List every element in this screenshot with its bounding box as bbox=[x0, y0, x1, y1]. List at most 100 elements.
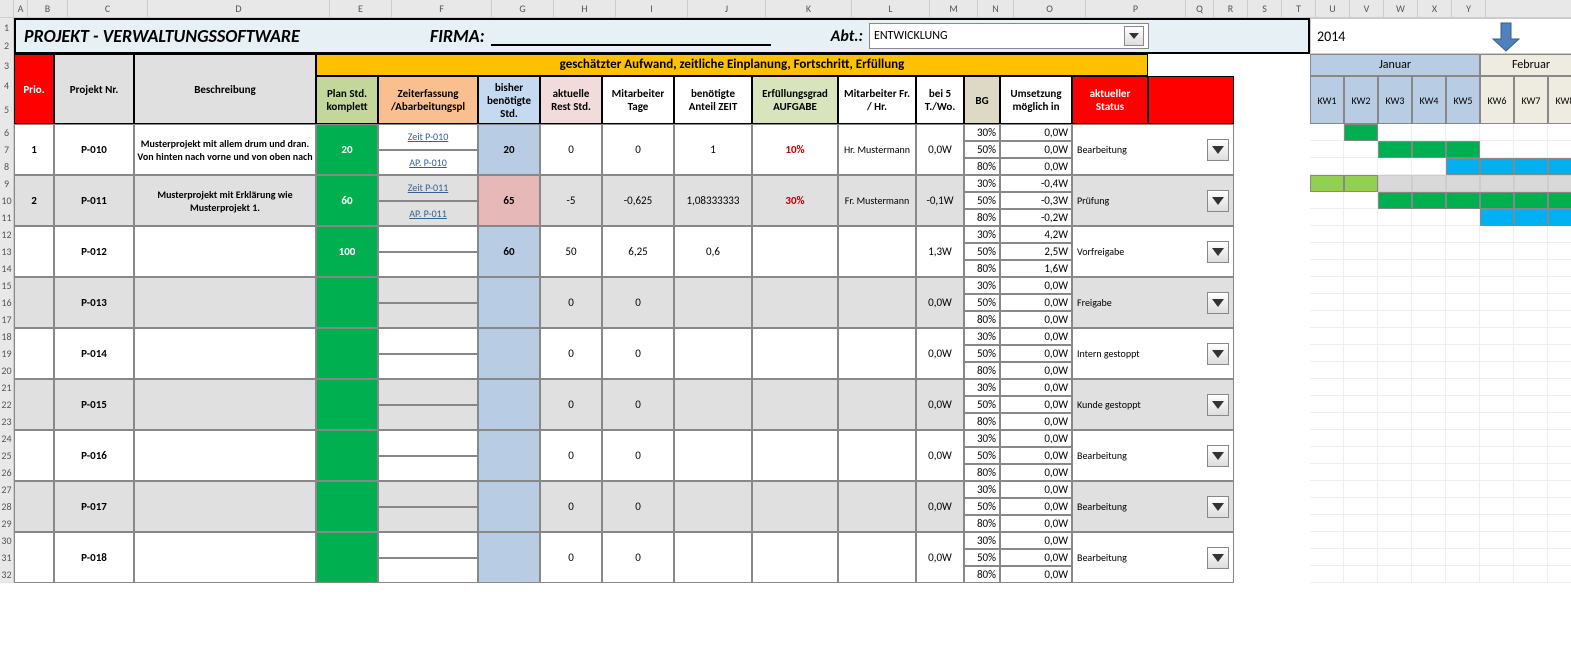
bisher-cell[interactable] bbox=[478, 379, 540, 430]
plan-cell[interactable]: 100 bbox=[316, 226, 378, 277]
status-cell[interactable]: Bearbeitung bbox=[1072, 532, 1234, 583]
prio-cell[interactable] bbox=[14, 379, 54, 430]
status-dropdown-icon[interactable] bbox=[1207, 496, 1229, 518]
mit-cell[interactable] bbox=[838, 481, 916, 532]
bisher-cell[interactable]: 60 bbox=[478, 226, 540, 277]
proj-cell[interactable]: P-014 bbox=[54, 328, 134, 379]
mit-cell[interactable] bbox=[838, 277, 916, 328]
gantt-cell bbox=[1548, 175, 1571, 192]
gantt-cell bbox=[1446, 481, 1480, 498]
zeit-link[interactable]: Zeit P-011 bbox=[408, 181, 449, 194]
anteil-cell bbox=[674, 481, 752, 532]
status-cell[interactable]: Bearbeitung bbox=[1072, 430, 1234, 481]
desc-cell[interactable]: Musterprojekt mit Erklärung wie Musterpr… bbox=[134, 175, 316, 226]
prio-cell[interactable] bbox=[14, 277, 54, 328]
proj-cell[interactable]: P-012 bbox=[54, 226, 134, 277]
proj-cell[interactable]: P-011 bbox=[54, 175, 134, 226]
proj-cell[interactable]: P-017 bbox=[54, 481, 134, 532]
firma-input-line[interactable] bbox=[491, 26, 771, 46]
gantt-cell bbox=[1378, 396, 1412, 413]
desc-cell[interactable] bbox=[134, 430, 316, 481]
status-cell[interactable]: Intern gestoppt bbox=[1072, 328, 1234, 379]
status-dropdown-icon[interactable] bbox=[1207, 394, 1229, 416]
status-cell[interactable]: Kunde gestoppt bbox=[1072, 379, 1234, 430]
plan-cell[interactable] bbox=[316, 532, 378, 583]
proj-cell[interactable]: P-018 bbox=[54, 532, 134, 583]
plan-cell[interactable] bbox=[316, 430, 378, 481]
status-dropdown-icon[interactable] bbox=[1207, 241, 1229, 263]
gantt-cell bbox=[1480, 226, 1514, 243]
ums-cell: 0,0W bbox=[1000, 447, 1072, 464]
bisher-cell[interactable]: 20 bbox=[478, 124, 540, 175]
desc-cell[interactable] bbox=[134, 532, 316, 583]
bisher-cell[interactable] bbox=[478, 430, 540, 481]
bisher-cell[interactable] bbox=[478, 277, 540, 328]
plan-cell[interactable] bbox=[316, 277, 378, 328]
prio-cell[interactable]: 1 bbox=[14, 124, 54, 175]
plan-cell[interactable] bbox=[316, 481, 378, 532]
mit-cell[interactable]: Fr. Mustermann bbox=[838, 175, 916, 226]
gantt-cell bbox=[1344, 209, 1378, 226]
plan-cell[interactable] bbox=[316, 379, 378, 430]
dropdown-icon[interactable] bbox=[1124, 26, 1144, 46]
gantt-cell bbox=[1310, 243, 1344, 260]
bisher-cell[interactable] bbox=[478, 328, 540, 379]
bisher-cell[interactable]: 65 bbox=[478, 175, 540, 226]
status-cell[interactable]: Vorfreigabe bbox=[1072, 226, 1234, 277]
mit-cell[interactable]: Hr. Mustermann bbox=[838, 124, 916, 175]
mit-cell[interactable] bbox=[838, 328, 916, 379]
ums-cell: 0,0W bbox=[1000, 481, 1072, 498]
gantt-cell bbox=[1548, 481, 1571, 498]
proj-cell[interactable]: P-013 bbox=[54, 277, 134, 328]
plan-cell[interactable]: 20 bbox=[316, 124, 378, 175]
proj-cell[interactable]: P-010 bbox=[54, 124, 134, 175]
desc-cell[interactable] bbox=[134, 379, 316, 430]
mit-cell[interactable] bbox=[838, 226, 916, 277]
bisher-cell[interactable] bbox=[478, 481, 540, 532]
gantt-cell bbox=[1548, 209, 1571, 226]
bisher-cell[interactable] bbox=[478, 532, 540, 583]
prio-cell[interactable] bbox=[14, 481, 54, 532]
plan-cell[interactable] bbox=[316, 328, 378, 379]
dept-select[interactable]: ENTWICKLUNG bbox=[869, 23, 1149, 49]
status-cell[interactable]: Bearbeitung bbox=[1072, 481, 1234, 532]
bei5-cell: 0,0W bbox=[916, 430, 964, 481]
status-dropdown-icon[interactable] bbox=[1207, 343, 1229, 365]
gantt-cell bbox=[1548, 260, 1571, 277]
erfull-cell[interactable]: 30% bbox=[785, 194, 804, 207]
desc-cell[interactable]: Musterprojekt mit allem drum und dran. V… bbox=[134, 124, 316, 175]
mit-cell[interactable] bbox=[838, 532, 916, 583]
desc-cell[interactable] bbox=[134, 226, 316, 277]
desc-cell[interactable] bbox=[134, 328, 316, 379]
status-dropdown-icon[interactable] bbox=[1207, 292, 1229, 314]
status-cell[interactable]: Prüfung bbox=[1072, 175, 1234, 226]
proj-cell[interactable]: P-016 bbox=[54, 430, 134, 481]
plan-cell[interactable]: 60 bbox=[316, 175, 378, 226]
desc-cell[interactable] bbox=[134, 481, 316, 532]
status-dropdown-icon[interactable] bbox=[1207, 139, 1229, 161]
zeit-link[interactable]: Zeit P-010 bbox=[408, 130, 449, 143]
column-headers[interactable]: ABCDEFGHIJKLMNOPQRSTUVWXY bbox=[0, 0, 1571, 18]
prio-cell[interactable] bbox=[14, 430, 54, 481]
row-headers[interactable]: 1234567891011121314151617181920212223242… bbox=[0, 18, 14, 583]
ums-cell: 0,0W bbox=[1000, 566, 1072, 583]
status-dropdown-icon[interactable] bbox=[1207, 190, 1229, 212]
ap-link[interactable]: AP. P-011 bbox=[409, 207, 447, 220]
gantt-cell bbox=[1446, 243, 1480, 260]
desc-cell[interactable] bbox=[134, 277, 316, 328]
gantt-cell bbox=[1344, 447, 1378, 464]
gantt-row bbox=[1310, 226, 1571, 243]
proj-cell[interactable]: P-015 bbox=[54, 379, 134, 430]
mit-cell[interactable] bbox=[838, 379, 916, 430]
status-dropdown-icon[interactable] bbox=[1207, 547, 1229, 569]
mit-cell[interactable] bbox=[838, 430, 916, 481]
ap-link[interactable]: AP. P-010 bbox=[409, 156, 447, 169]
status-cell[interactable]: Bearbeitung bbox=[1072, 124, 1234, 175]
erfull-cell[interactable]: 10% bbox=[785, 143, 804, 156]
prio-cell[interactable] bbox=[14, 328, 54, 379]
status-cell[interactable]: Freigabe bbox=[1072, 277, 1234, 328]
prio-cell[interactable]: 2 bbox=[14, 175, 54, 226]
prio-cell[interactable] bbox=[14, 532, 54, 583]
status-dropdown-icon[interactable] bbox=[1207, 445, 1229, 467]
prio-cell[interactable] bbox=[14, 226, 54, 277]
